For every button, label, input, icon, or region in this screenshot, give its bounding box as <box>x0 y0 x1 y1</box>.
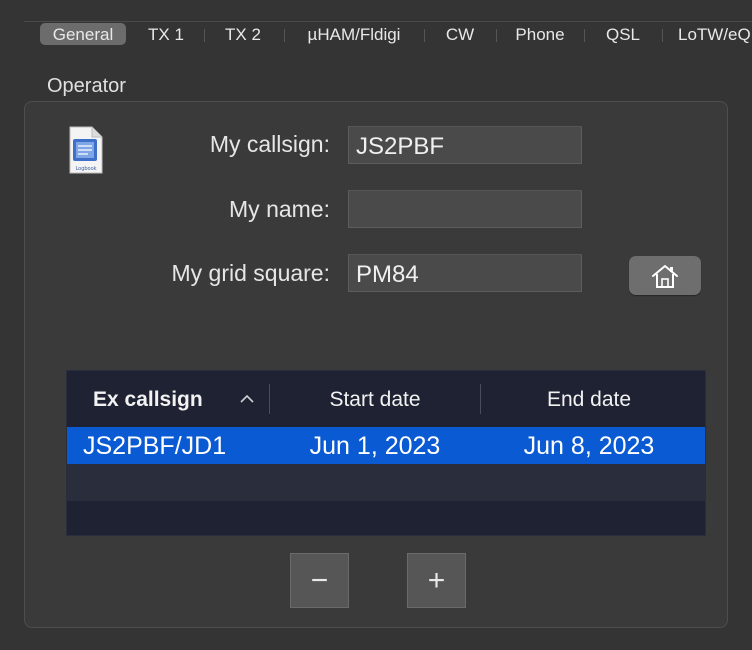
name-label: My name: <box>229 196 330 222</box>
tab-cw[interactable]: CW <box>432 23 488 45</box>
operator-group-box <box>24 101 728 628</box>
tab-muham-fldigi[interactable]: µHAM/Fldigi <box>292 23 416 45</box>
operator-group-title: Operator <box>47 75 126 97</box>
ex-callsign-table: Ex callsign Start date End date JS2PBF/J… <box>66 370 706 536</box>
empty-table-row <box>67 464 705 501</box>
tab-separator <box>284 29 285 42</box>
name-field[interactable] <box>348 190 582 228</box>
grid-square-field[interactable]: PM84 <box>348 254 582 292</box>
cell-ex-callsign: JS2PBF/JD1 <box>83 432 227 460</box>
empty-table-row <box>67 501 705 535</box>
chevron-up-icon <box>239 392 255 406</box>
home-icon <box>652 264 678 288</box>
tab-separator <box>496 29 497 42</box>
remove-ex-callsign-button[interactable]: − <box>290 553 349 608</box>
column-header-end-date[interactable]: End date <box>481 371 697 427</box>
tab-phone[interactable]: Phone <box>504 23 576 45</box>
tab-separator <box>204 29 205 42</box>
tab-tx2[interactable]: TX 2 <box>212 23 274 45</box>
tab-separator <box>662 29 663 42</box>
add-ex-callsign-button[interactable]: + <box>407 553 466 608</box>
column-header-start-date[interactable]: Start date <box>270 371 480 427</box>
table-header: Ex callsign Start date End date <box>67 371 705 427</box>
tab-lotw-eqsl[interactable]: LoTW/eQ <box>670 23 752 45</box>
tab-separator <box>584 29 585 42</box>
column-header-ex-callsign[interactable]: Ex callsign <box>93 371 203 427</box>
tab-qsl[interactable]: QSL <box>592 23 654 45</box>
cell-end-date: Jun 8, 2023 <box>523 432 655 460</box>
preferences-window: General TX 1 TX 2 µHAM/Fldigi CW Phone Q… <box>0 0 752 650</box>
callsign-label: My callsign: <box>209 131 330 157</box>
home-location-button[interactable] <box>629 256 701 295</box>
callsign-field[interactable]: JS2PBF <box>348 126 582 164</box>
logbook-caption: Logbook <box>75 166 96 172</box>
tab-general[interactable]: General <box>40 23 126 45</box>
tab-bar: General TX 1 TX 2 µHAM/Fldigi CW Phone Q… <box>24 21 752 48</box>
tab-separator <box>424 29 425 42</box>
tab-tx1[interactable]: TX 1 <box>136 23 196 45</box>
table-row[interactable]: JS2PBF/JD1 Jun 1, 2023 Jun 8, 2023 <box>67 427 705 464</box>
cell-start-date: Jun 1, 2023 <box>309 432 441 460</box>
grid-square-label: My grid square: <box>171 260 330 286</box>
